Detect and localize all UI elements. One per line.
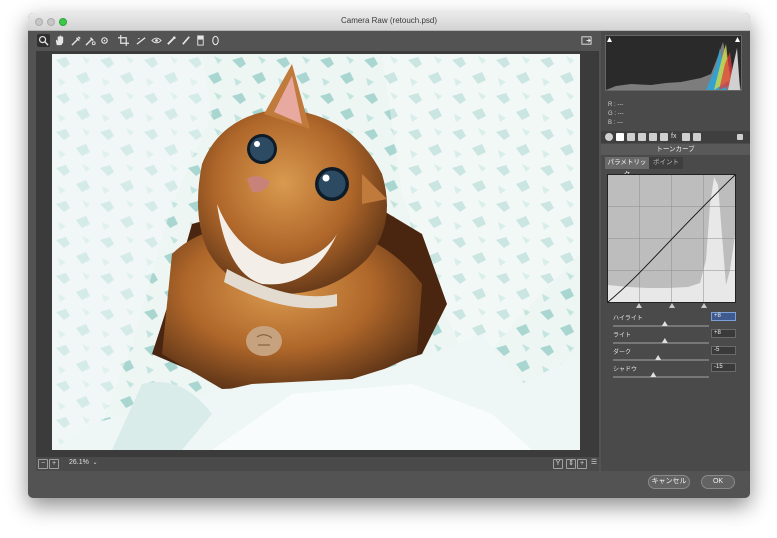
panel-tab-icons: fx <box>601 131 750 143</box>
spot-removal-icon[interactable] <box>165 34 178 47</box>
lights-slider-thumb[interactable] <box>661 338 668 343</box>
lens-corrections-icon[interactable] <box>660 133 668 141</box>
color-sampler-icon[interactable] <box>84 34 97 47</box>
darks-label: ダーク <box>613 350 632 356</box>
detail-icon[interactable] <box>627 133 635 141</box>
hand-icon[interactable] <box>53 34 66 47</box>
darks-value[interactable]: -5 <box>711 346 736 355</box>
effects-icon[interactable]: fx <box>671 133 679 141</box>
highlights-slider[interactable] <box>613 325 709 327</box>
radial-filter-icon[interactable] <box>209 34 222 47</box>
lights-slider[interactable] <box>613 342 709 344</box>
highlights-label: ハイライト <box>613 316 643 322</box>
highlights-value[interactable]: +8 <box>711 312 736 321</box>
red-eye-icon[interactable] <box>150 34 163 47</box>
shadows-value[interactable]: -15 <box>711 363 736 372</box>
image-preview-area[interactable] <box>36 51 599 457</box>
camera-calibration-icon[interactable] <box>682 133 690 141</box>
presets-icon[interactable] <box>693 133 701 141</box>
zoom-in-button[interactable]: + <box>49 459 59 469</box>
shadows-label: シャドウ <box>613 367 638 373</box>
shadows-slider[interactable] <box>613 376 709 378</box>
zoom-level[interactable]: 26.1% <box>69 459 89 466</box>
tab-parametric[interactable]: パラメトリック <box>605 157 649 178</box>
right-panel: R : --- G : --- B : --- fx トーンカーブ パラメトリッ… <box>601 31 750 471</box>
panel-menu-icon[interactable] <box>737 134 743 140</box>
g-readout: G : --- <box>608 111 624 117</box>
b-readout: B : --- <box>608 120 623 126</box>
target-adjust-icon[interactable] <box>98 34 111 47</box>
hsl-icon[interactable] <box>638 133 646 141</box>
zoom-out-button[interactable]: − <box>38 459 48 469</box>
darks-slider-thumb[interactable] <box>655 355 662 360</box>
adjustment-brush-icon[interactable] <box>180 34 193 47</box>
tab-point[interactable]: ポイント <box>649 157 683 169</box>
graduated-filter-icon[interactable] <box>194 34 207 47</box>
darks-slider[interactable] <box>613 359 709 361</box>
lights-value[interactable]: +8 <box>711 329 736 338</box>
histogram <box>605 35 742 91</box>
lights-label: ライト <box>613 333 632 339</box>
chevron-down-icon[interactable]: ⌄ <box>90 459 100 469</box>
title-bar: Camera Raw (retouch.psd) <box>28 13 750 31</box>
camera-raw-window: Camera Raw (retouch.psd) − + 26.1% ⌄ Y ⇕… <box>28 13 750 498</box>
zoom-icon[interactable] <box>37 34 50 47</box>
split-toning-icon[interactable] <box>649 133 657 141</box>
copy-settings-icon[interactable]: + <box>577 459 587 469</box>
straighten-icon[interactable] <box>135 34 148 47</box>
cancel-button[interactable]: キャンセル <box>648 475 690 489</box>
shadows-slider-thumb[interactable] <box>650 372 657 377</box>
preview-settings-icon[interactable]: ☰ <box>589 459 599 469</box>
window-title: Camera Raw (retouch.psd) <box>340 16 438 25</box>
ok-button[interactable]: OK <box>701 475 735 489</box>
swap-settings-icon[interactable]: ⇕ <box>566 459 576 469</box>
white-balance-icon[interactable] <box>70 34 83 47</box>
tone-curve-graph[interactable] <box>607 174 736 303</box>
before-after-y-button[interactable]: Y <box>553 459 563 469</box>
highlights-slider-thumb[interactable] <box>661 321 668 326</box>
tone-curve-title: トーンカーブ <box>601 144 750 155</box>
r-readout: R : --- <box>608 102 624 108</box>
status-bar: − + 26.1% ⌄ Y ⇕ + ☰ <box>36 457 599 471</box>
fullscreen-icon[interactable] <box>580 34 593 47</box>
basic-panel-icon[interactable] <box>605 133 613 141</box>
crop-icon[interactable] <box>117 34 130 47</box>
photo-cat-in-blanket <box>52 54 580 450</box>
tone-curve-icon[interactable] <box>616 133 624 141</box>
